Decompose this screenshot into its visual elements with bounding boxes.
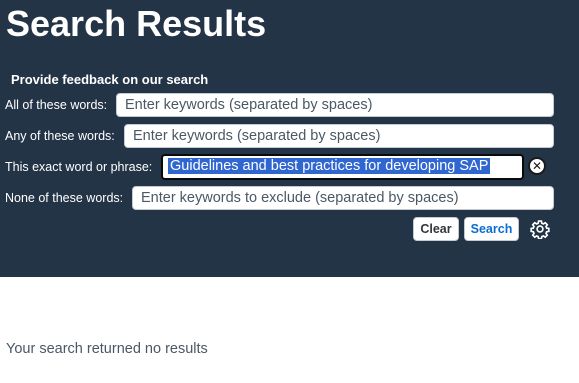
exact-phrase-input[interactable]: Guidelines and best practices for develo… (161, 154, 524, 180)
all-words-label: All of these words: (5, 98, 108, 112)
gear-icon[interactable] (530, 219, 550, 239)
search-header: Search Results Provide feedback on our s… (0, 0, 579, 277)
page-title: Search Results (6, 3, 267, 44)
clear-circle-icon[interactable]: ✕ (528, 157, 546, 175)
exact-phrase-label: This exact word or phrase: (5, 160, 153, 174)
any-words-label: Any of these words: (5, 129, 115, 143)
exact-phrase-selected-text: Guidelines and best practices for develo… (168, 158, 491, 174)
search-button[interactable]: Search (464, 217, 519, 241)
no-results-message: Your search returned no results (6, 341, 208, 357)
feedback-link[interactable]: Provide feedback on our search (11, 72, 208, 87)
none-words-label: None of these words: (5, 191, 124, 205)
clear-button[interactable]: Clear (413, 217, 459, 241)
any-words-input[interactable]: Enter keywords (separated by spaces) (124, 124, 554, 148)
all-words-input[interactable]: Enter keywords (separated by spaces) (116, 93, 554, 117)
none-words-input[interactable]: Enter keywords to exclude (separated by … (132, 186, 554, 210)
